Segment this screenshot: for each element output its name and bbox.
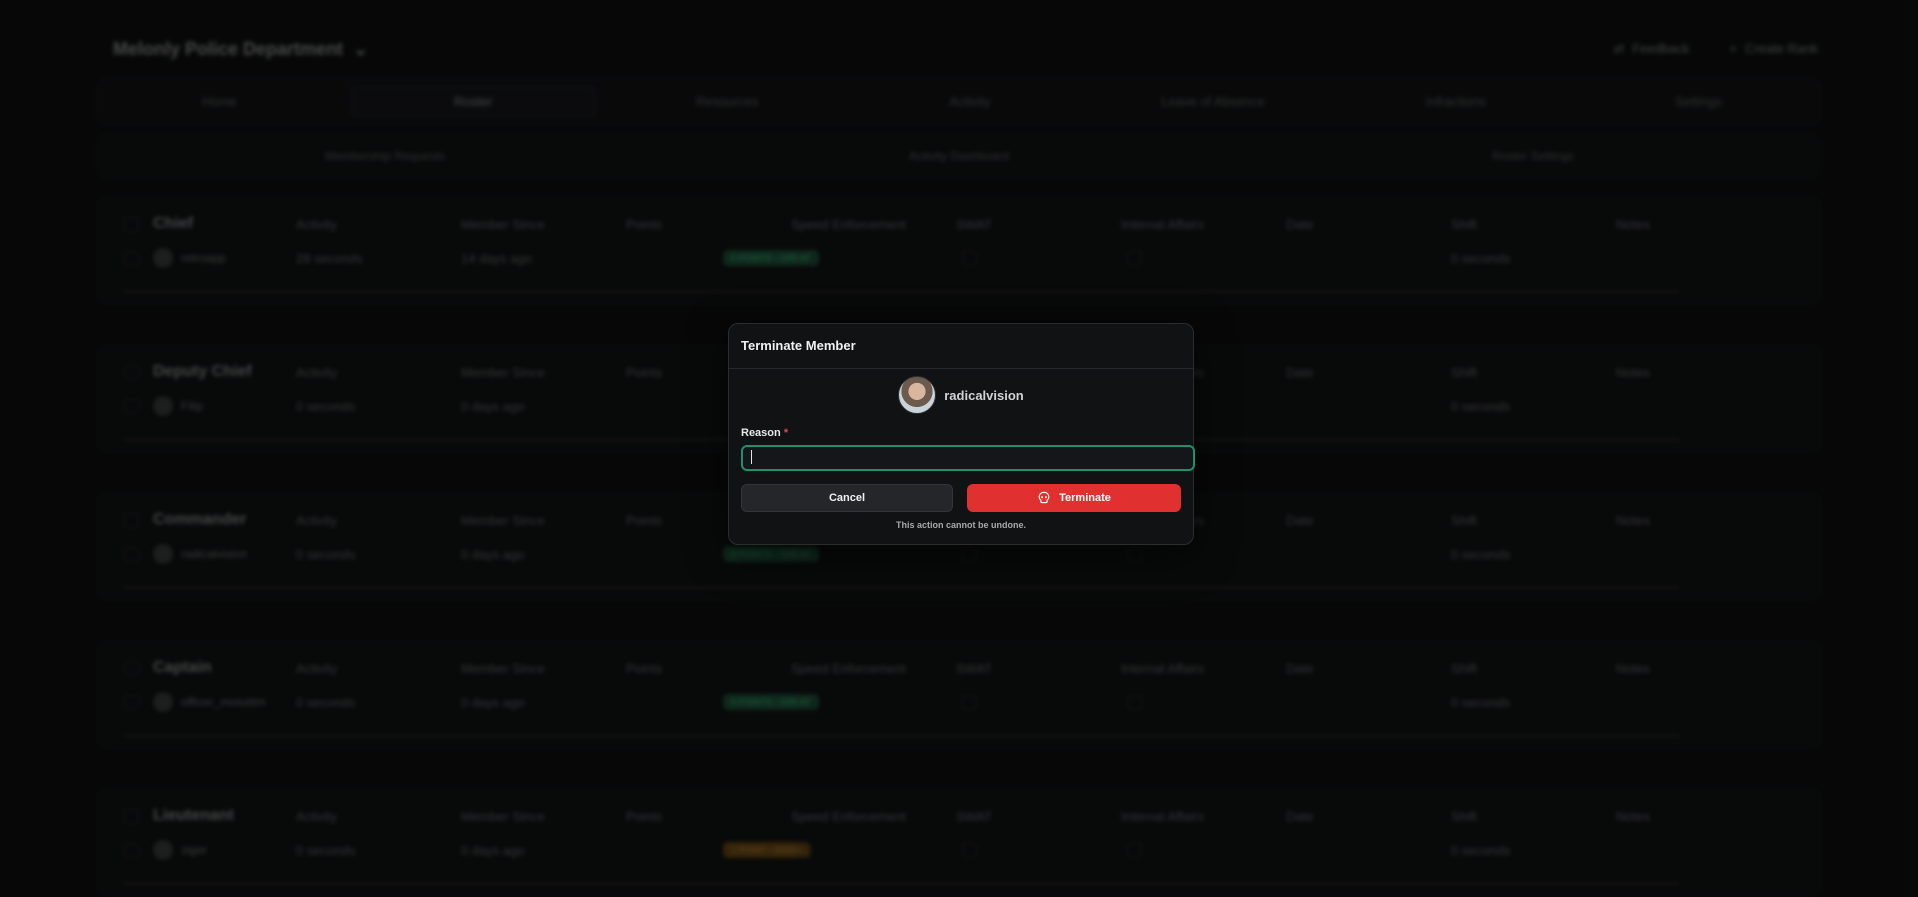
reason-label: Reason * [741, 427, 788, 439]
terminate-member-dialog: Terminate Member radicalvision Reason * … [728, 323, 1195, 545]
required-indicator: * [783, 427, 789, 439]
warning-text: This action cannot be undone. [895, 520, 1026, 530]
member-username: radicalvision [944, 387, 1024, 403]
reason-label-text: Reason [741, 427, 781, 439]
skull-icon [1038, 491, 1050, 504]
cancel-button[interactable]: Cancel [741, 484, 953, 512]
reason-input[interactable] [741, 445, 1195, 471]
avatar [898, 376, 937, 414]
terminate-button[interactable]: Terminate [967, 484, 1181, 512]
text-caret [751, 450, 752, 464]
terminate-label: Terminate [1059, 492, 1111, 504]
divider [729, 368, 1193, 369]
member-info: radicalvision [729, 376, 1193, 414]
dialog-title: Terminate Member [741, 338, 856, 353]
